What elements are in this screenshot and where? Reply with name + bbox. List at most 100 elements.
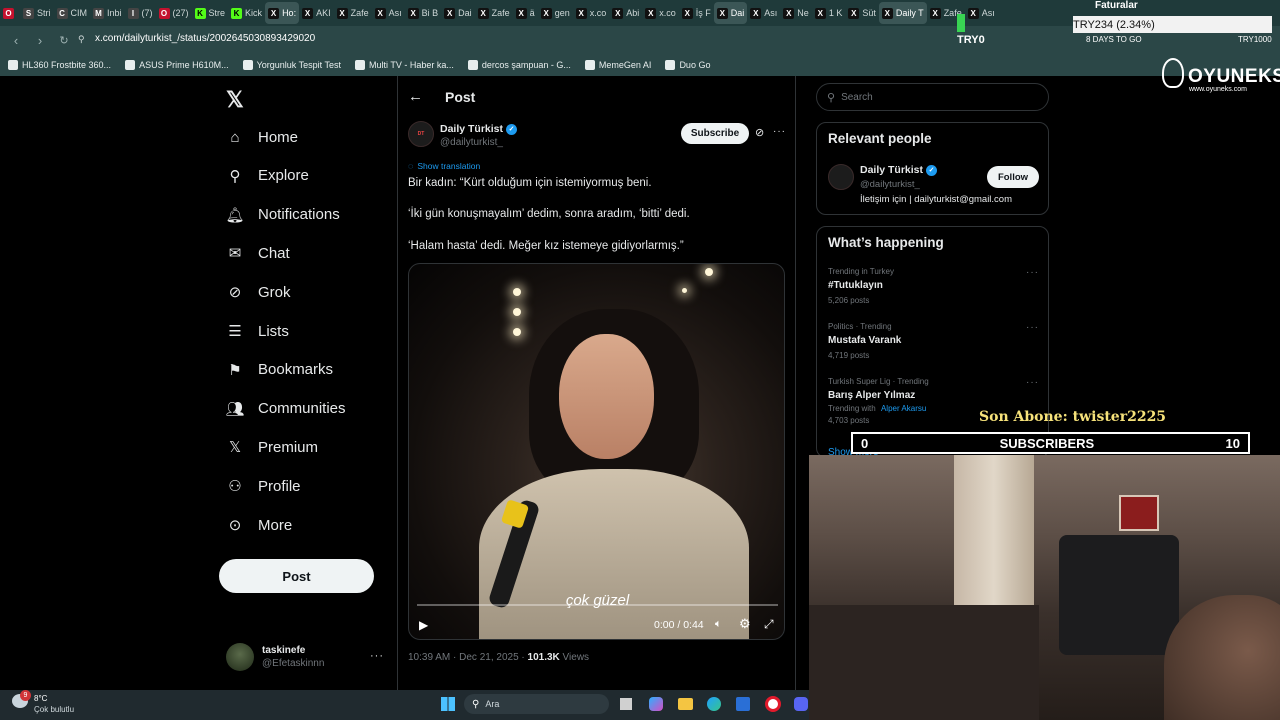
tab-label: Zafe	[350, 8, 369, 18]
back-icon[interactable]: ‹	[8, 33, 24, 48]
browser-tab[interactable]: K Kick	[228, 2, 265, 24]
opera-icon[interactable]	[765, 696, 781, 712]
volume-icon[interactable]: 🔈︎	[715, 618, 722, 631]
browser-tab[interactable]: S Stri	[20, 2, 54, 24]
browser-tab[interactable]: X AKI	[299, 2, 334, 24]
reload-icon[interactable]: ↻	[56, 34, 72, 47]
bookmark-item[interactable]: Multi TV - Haber ka...	[355, 60, 454, 70]
nav-item-grok[interactable]: ⊘ Grok	[226, 283, 291, 302]
search-input[interactable]: ⚲ Search	[816, 83, 1049, 111]
trend-more-icon[interactable]: ···	[1026, 267, 1039, 278]
author-name[interactable]: Daily Türkist ✓	[440, 123, 518, 135]
edge-icon[interactable]	[707, 697, 721, 711]
browser-tab[interactable]: Xgen	[538, 2, 573, 24]
trend-item[interactable]: Politics · Trending Mustafa Varank 4,719…	[828, 322, 1038, 360]
nav-item-label: Explore	[258, 167, 309, 185]
bookmark-item[interactable]: dercos şampuan - G...	[467, 60, 571, 70]
task-view-icon[interactable]	[620, 698, 632, 710]
fullscreen-icon[interactable]: ⤢	[764, 617, 774, 632]
url-field[interactable]: x.com/dailyturkist_/status/2002645030893…	[95, 33, 315, 44]
bookmark-item[interactable]: Yorgunluk Tespit Test	[242, 60, 341, 70]
forward-icon[interactable]: ›	[32, 33, 48, 48]
relevant-name[interactable]: Daily Türkist ✓	[860, 164, 938, 176]
browser-tab[interactable]: X Ne	[780, 2, 812, 24]
windows-start-icon[interactable]	[441, 697, 455, 711]
post-timestamp[interactable]: 10:39 AM · Dec 21, 2025	[408, 652, 519, 663]
copilot-icon[interactable]	[649, 697, 663, 711]
browser-tab[interactable]: X Dai	[713, 2, 748, 24]
author-handle[interactable]: @dailyturkist_	[440, 137, 503, 148]
browser-tab[interactable]: X Daily T	[878, 2, 927, 24]
post-button[interactable]: Post	[219, 559, 374, 593]
tab-label: Ne	[797, 8, 809, 18]
trend-item[interactable]: Trending in Turkey #Tutuklayın 5,206 pos…	[828, 267, 1038, 305]
bookmark-item[interactable]: MemeGen AI	[584, 60, 651, 70]
nav-item-premium[interactable]: 𝕏 Premium	[226, 438, 318, 457]
tab-favicon-icon: X	[302, 7, 314, 19]
site-info-icon[interactable]: ⚲	[78, 34, 85, 45]
browser-tab[interactable]: X1 K	[812, 2, 846, 24]
subscribers-goal: 0 SUBSCRIBERS 10	[851, 432, 1250, 454]
trend-more-icon[interactable]: ···	[1026, 322, 1039, 333]
store-icon[interactable]	[736, 697, 750, 711]
show-translation-link[interactable]: ◌ Show translation	[408, 161, 480, 171]
nav-item-lists[interactable]: ☰ Lists	[226, 322, 289, 341]
browser-tab[interactable]: Xä	[513, 2, 538, 24]
trend-more-icon[interactable]: ···	[1026, 377, 1039, 388]
browser-tab[interactable]: X Süt	[845, 2, 879, 24]
browser-tab[interactable]: X Ası	[372, 2, 405, 24]
taskbar-search-label: Ara	[485, 699, 500, 709]
browser-tab[interactable]: Xx.co	[642, 2, 679, 24]
browser-tab[interactable]: X Ası	[747, 2, 780, 24]
nav-item-notifications[interactable]: 🔔︎ Notifications	[225, 206, 339, 224]
nav-item-bookmarks[interactable]: ⚑ Bookmarks	[226, 361, 333, 379]
taskbar-search[interactable]: ⚲ Ara	[464, 694, 609, 714]
bookmark-item[interactable]: HL360 Frostbite 360...	[8, 60, 111, 70]
trend-with-link[interactable]: Alper Akarsu	[881, 404, 926, 413]
video-player[interactable]: çok güzel ▶ 0:00 / 0:44 🔈︎ ⚙ ⤢	[408, 263, 785, 640]
bookmark-favicon-icon	[125, 60, 136, 70]
nav-item-home[interactable]: ⌂ Home	[226, 128, 298, 146]
browser-tab[interactable]: O (27)	[156, 2, 192, 24]
browser-tab[interactable]: M Inbi	[90, 2, 125, 24]
nav-item-chat[interactable]: ✉ Chat	[226, 244, 290, 263]
discord-icon[interactable]	[794, 697, 808, 711]
file-explorer-icon[interactable]	[678, 698, 693, 710]
browser-tab[interactable]: X Abi	[609, 2, 642, 24]
nav-item-profile[interactable]: ⚇ Profile	[226, 477, 300, 496]
relevant-avatar[interactable]	[828, 164, 854, 190]
browser-tab[interactable]: X Dai	[441, 2, 475, 24]
video-progress-track[interactable]	[417, 604, 778, 606]
follow-button[interactable]: Follow	[987, 166, 1039, 188]
tab-label: Bi B	[421, 8, 439, 18]
play-icon[interactable]: ▶	[419, 618, 428, 632]
back-arrow-icon[interactable]: ←	[408, 88, 423, 105]
browser-tab[interactable]: I (7)	[125, 2, 156, 24]
browser-tab[interactable]: X Zafe	[334, 2, 372, 24]
nav-item-explore[interactable]: ⚲ Explore	[226, 167, 309, 185]
browser-tab[interactable]: X Ho:	[265, 2, 300, 24]
try-right: TRY1000	[1238, 35, 1272, 44]
bookmark-item[interactable]: ASUS Prime H610M...	[125, 60, 229, 70]
browser-tab[interactable]: Xx.co	[573, 2, 610, 24]
tab-label: Daily T	[895, 8, 924, 18]
post-more-icon[interactable]: ···	[773, 126, 786, 137]
browser-tab[interactable]: X İş F	[679, 2, 714, 24]
x-logo-icon[interactable]: 𝕏	[226, 87, 248, 112]
browser-tab[interactable]: C CIM	[54, 2, 91, 24]
settings-gear-icon[interactable]: ⚙	[739, 616, 751, 632]
account-more-icon[interactable]: ···	[370, 650, 384, 662]
subscribe-button[interactable]: Subscribe	[681, 123, 749, 144]
browser-tab[interactable]: O	[0, 2, 20, 24]
nav-item-more[interactable]: ⊙ More	[226, 516, 292, 535]
nav-item-label: Home	[258, 128, 299, 146]
bookmark-item[interactable]: Duo Go	[665, 60, 710, 70]
grok-icon[interactable]: ⊘	[755, 126, 764, 139]
author-avatar[interactable]: DT	[408, 121, 434, 147]
nav-item-communities[interactable]: 👥︎ Communities	[225, 400, 345, 418]
browser-tab[interactable]: X Zafe	[475, 2, 513, 24]
browser-tab[interactable]: K Stre	[192, 2, 229, 24]
browser-tab[interactable]: X Bi B	[405, 2, 442, 24]
account-switcher[interactable]: taskinefe @Efetaskinnn	[226, 643, 324, 671]
browser-tab[interactable]: X Ası	[965, 2, 998, 24]
